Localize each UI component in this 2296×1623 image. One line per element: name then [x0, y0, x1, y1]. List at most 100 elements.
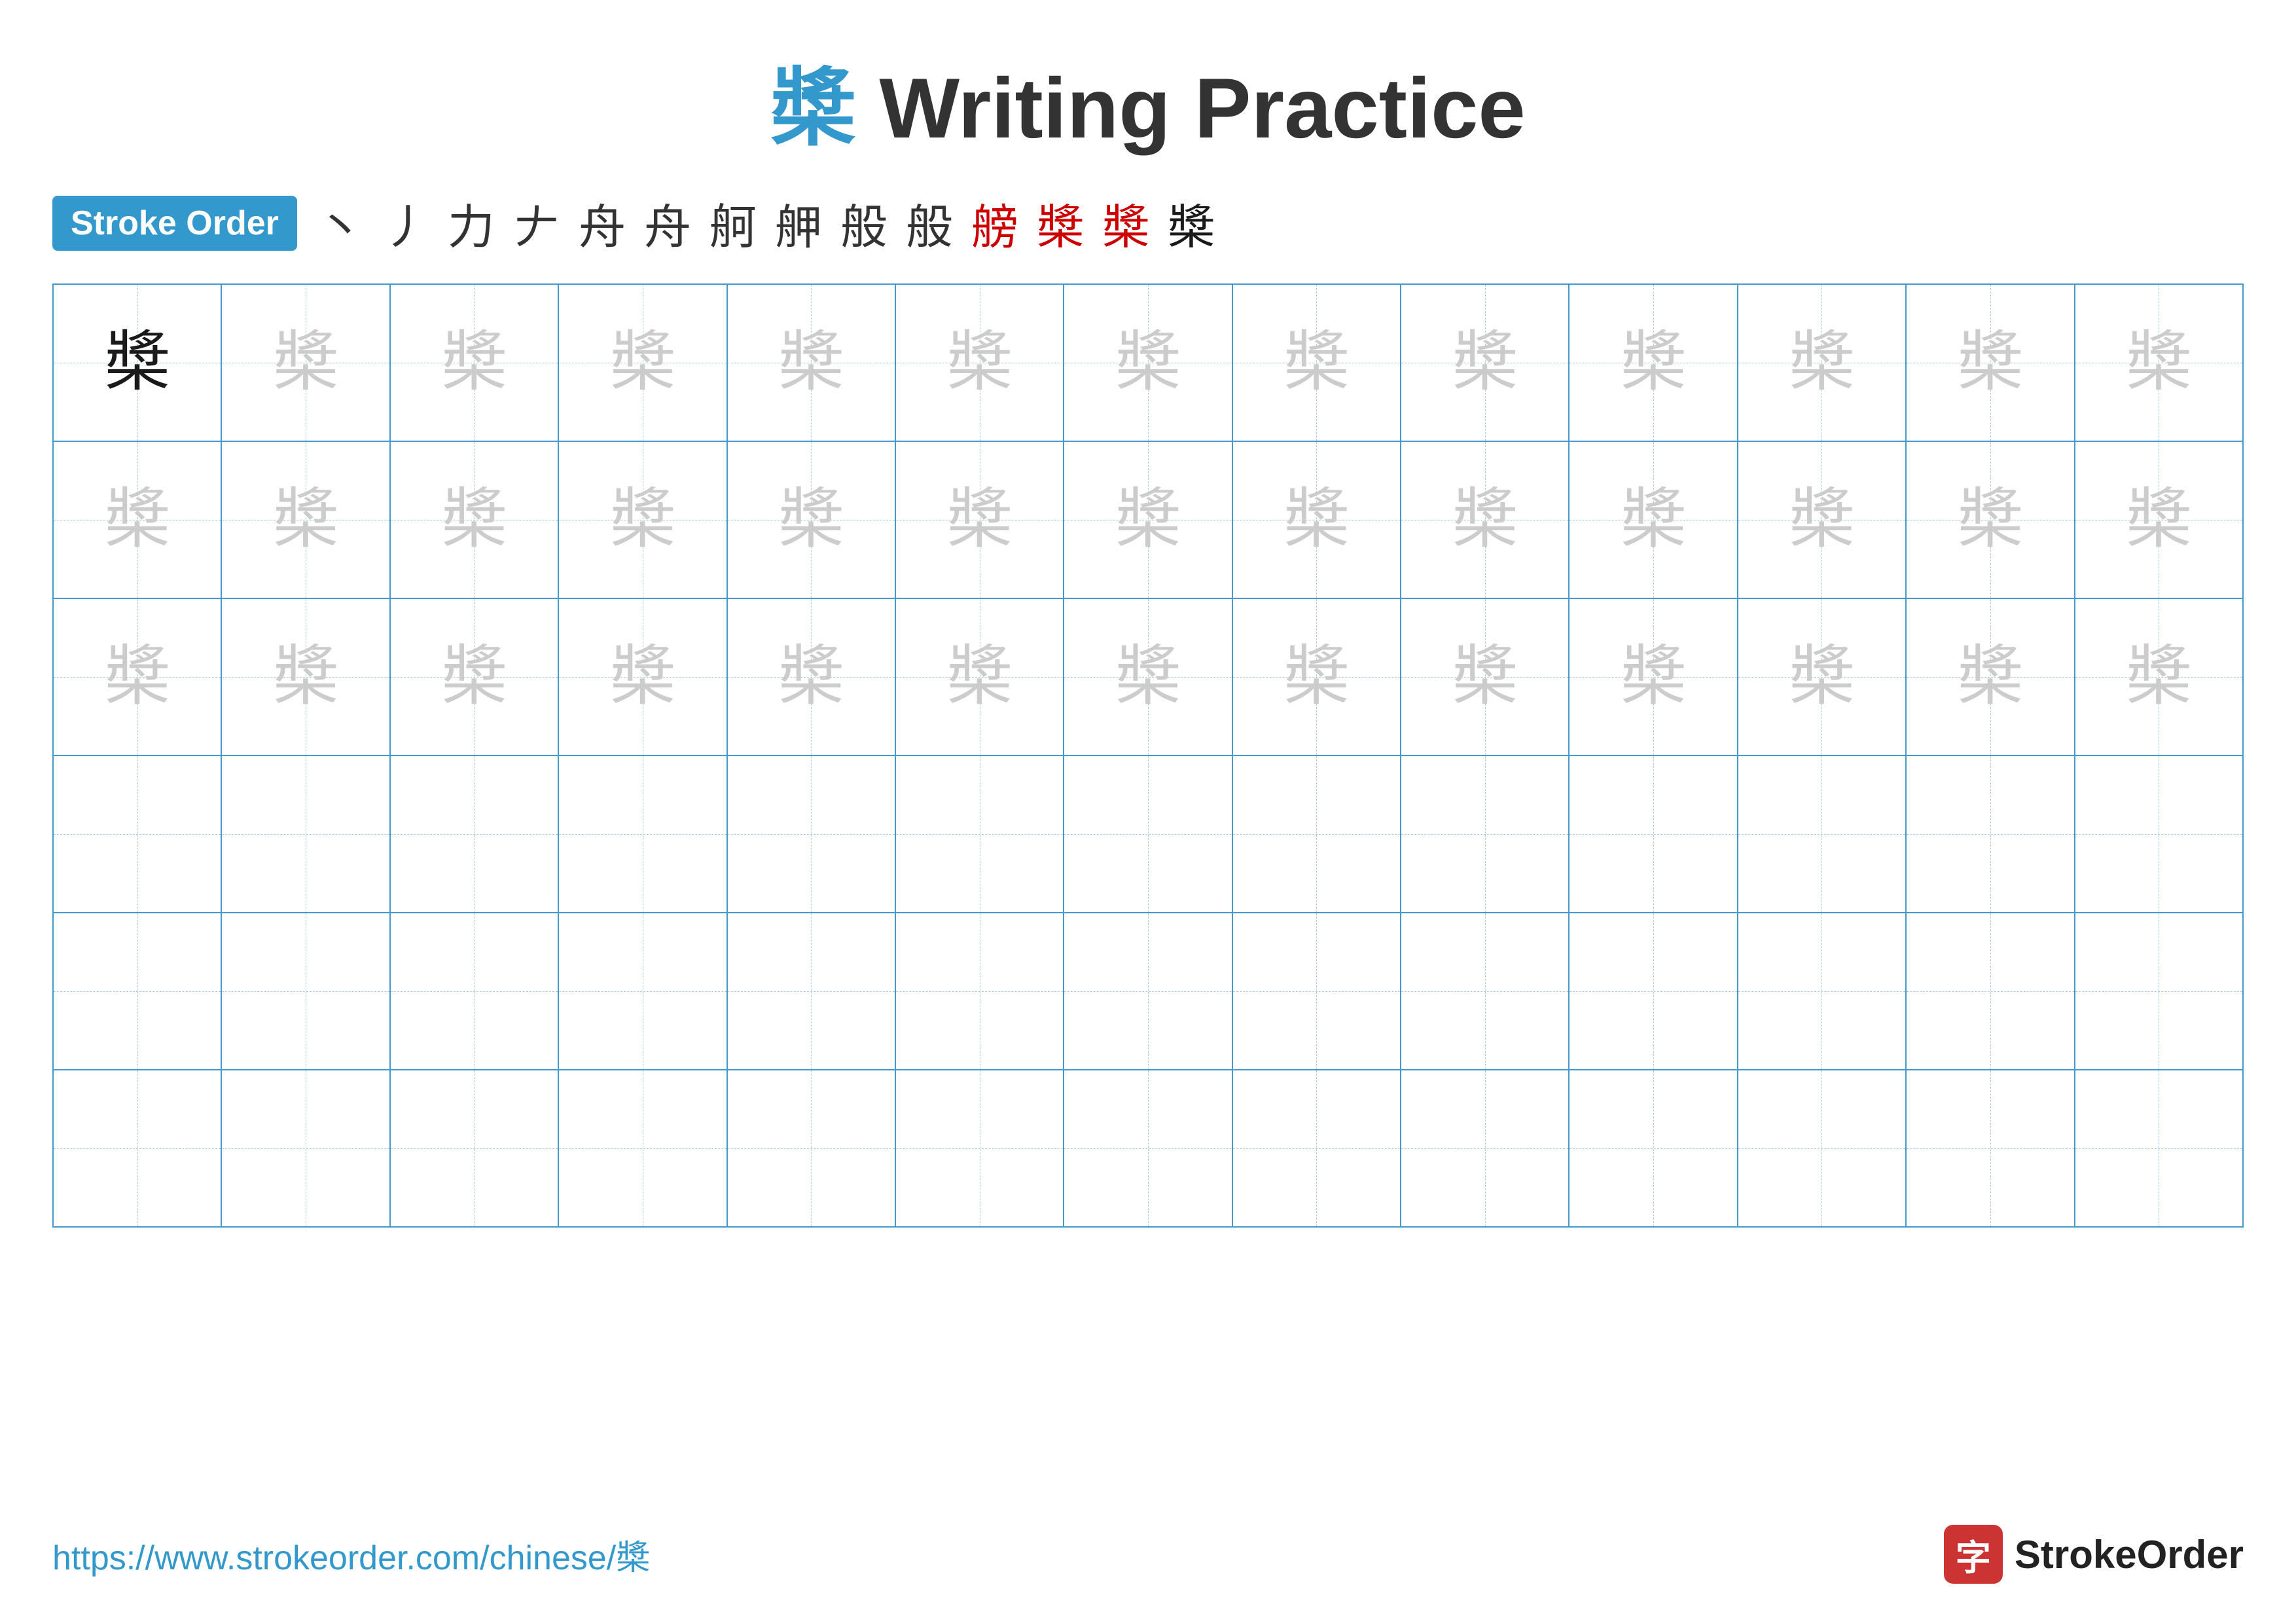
grid-cell-2-10[interactable]: 槳: [1569, 441, 1737, 598]
ghost-char: 槳: [610, 487, 675, 553]
grid-cell-6-3[interactable]: [390, 1070, 558, 1227]
grid-cell-1-5[interactable]: 槳: [727, 284, 895, 441]
grid-cell-6-1[interactable]: [53, 1070, 221, 1227]
grid-cell-2-3[interactable]: 槳: [390, 441, 558, 598]
ghost-char: 槳: [1621, 330, 1686, 395]
grid-cell-4-8[interactable]: [1232, 756, 1401, 913]
grid-cell-2-8[interactable]: 槳: [1232, 441, 1401, 598]
ghost-char: 槳: [1452, 330, 1518, 395]
grid-cell-2-4[interactable]: 槳: [558, 441, 726, 598]
ghost-char: 槳: [1283, 487, 1349, 553]
grid-cell-1-12[interactable]: 槳: [1906, 284, 2074, 441]
grid-cell-4-13[interactable]: [2075, 756, 2244, 913]
grid-row-1: 槳 槳 槳 槳 槳 槳 槳 槳 槳 槳 槳 槳 槳: [53, 284, 2243, 441]
ghost-char: 槳: [2126, 487, 2191, 553]
grid-cell-5-12[interactable]: [1906, 913, 2074, 1070]
grid-cell-1-9[interactable]: 槳: [1401, 284, 1569, 441]
grid-cell-2-9[interactable]: 槳: [1401, 441, 1569, 598]
ghost-char: 槳: [947, 644, 1013, 710]
grid-cell-2-7[interactable]: 槳: [1064, 441, 1232, 598]
stroke-char-3: 力: [448, 189, 495, 257]
ghost-char: 槳: [1789, 487, 1854, 553]
grid-cell-1-10[interactable]: 槳: [1569, 284, 1737, 441]
ghost-char: 槳: [778, 487, 844, 553]
grid-cell-1-11[interactable]: 槳: [1738, 284, 1906, 441]
grid-cell-5-8[interactable]: [1232, 913, 1401, 1070]
grid-cell-2-13[interactable]: 槳: [2075, 441, 2244, 598]
title-text: Writing Practice: [855, 60, 1525, 156]
grid-cell-2-6[interactable]: 槳: [895, 441, 1064, 598]
grid-cell-4-12[interactable]: [1906, 756, 2074, 913]
grid-cell-3-5[interactable]: 槳: [727, 598, 895, 756]
grid-cell-6-6[interactable]: [895, 1070, 1064, 1227]
stroke-char-5: 舟: [579, 189, 626, 257]
grid-cell-5-3[interactable]: [390, 913, 558, 1070]
grid-cell-6-4[interactable]: [558, 1070, 726, 1227]
grid-cell-6-5[interactable]: [727, 1070, 895, 1227]
grid-cell-5-2[interactable]: [221, 913, 389, 1070]
grid-cell-4-5[interactable]: [727, 756, 895, 913]
ghost-char: 槳: [1452, 644, 1518, 710]
ghost-char: 槳: [1115, 330, 1181, 395]
grid-cell-6-12[interactable]: [1906, 1070, 2074, 1227]
grid-cell-4-6[interactable]: [895, 756, 1064, 913]
grid-cell-3-6[interactable]: 槳: [895, 598, 1064, 756]
ghost-char: 槳: [441, 330, 507, 395]
grid-cell-4-1[interactable]: [53, 756, 221, 913]
grid-cell-3-11[interactable]: 槳: [1738, 598, 1906, 756]
grid-cell-6-7[interactable]: [1064, 1070, 1232, 1227]
grid-cell-1-8[interactable]: 槳: [1232, 284, 1401, 441]
grid-cell-5-6[interactable]: [895, 913, 1064, 1070]
grid-cell-1-6[interactable]: 槳: [895, 284, 1064, 441]
grid-cell-5-11[interactable]: [1738, 913, 1906, 1070]
grid-cell-5-13[interactable]: [2075, 913, 2244, 1070]
grid-cell-6-13[interactable]: [2075, 1070, 2244, 1227]
grid-cell-4-2[interactable]: [221, 756, 389, 913]
stroke-chars: 丶 丿 力 𠂇 舟 舟 舸 舺 般 般 艕 槳 槳 槳: [317, 189, 1215, 257]
ghost-char: 槳: [105, 487, 170, 553]
grid-cell-2-12[interactable]: 槳: [1906, 441, 2074, 598]
grid-cell-6-11[interactable]: [1738, 1070, 1906, 1227]
grid-cell-4-10[interactable]: [1569, 756, 1737, 913]
grid-cell-1-13[interactable]: 槳: [2075, 284, 2244, 441]
grid-cell-3-10[interactable]: 槳: [1569, 598, 1737, 756]
grid-cell-3-3[interactable]: 槳: [390, 598, 558, 756]
grid-cell-4-9[interactable]: [1401, 756, 1569, 913]
ghost-char: 槳: [1789, 644, 1854, 710]
grid-cell-3-13[interactable]: 槳: [2075, 598, 2244, 756]
grid-cell-4-4[interactable]: [558, 756, 726, 913]
grid-cell-1-4[interactable]: 槳: [558, 284, 726, 441]
grid-cell-6-8[interactable]: [1232, 1070, 1401, 1227]
grid-cell-1-3[interactable]: 槳: [390, 284, 558, 441]
grid-cell-6-10[interactable]: [1569, 1070, 1737, 1227]
grid-cell-1-1[interactable]: 槳: [53, 284, 221, 441]
grid-cell-1-2[interactable]: 槳: [221, 284, 389, 441]
grid-cell-2-11[interactable]: 槳: [1738, 441, 1906, 598]
grid-cell-6-9[interactable]: [1401, 1070, 1569, 1227]
grid-cell-5-9[interactable]: [1401, 913, 1569, 1070]
grid-cell-3-9[interactable]: 槳: [1401, 598, 1569, 756]
grid-cell-3-4[interactable]: 槳: [558, 598, 726, 756]
grid-cell-1-7[interactable]: 槳: [1064, 284, 1232, 441]
stroke-order-row: Stroke Order 丶 丿 力 𠂇 舟 舟 舸 舺 般 般 艕 槳 槳 槳: [0, 189, 2296, 257]
grid-cell-5-7[interactable]: [1064, 913, 1232, 1070]
grid-row-4: [53, 756, 2243, 913]
grid-cell-3-2[interactable]: 槳: [221, 598, 389, 756]
grid-cell-3-12[interactable]: 槳: [1906, 598, 2074, 756]
grid-cell-5-10[interactable]: [1569, 913, 1737, 1070]
grid-cell-5-4[interactable]: [558, 913, 726, 1070]
grid-cell-4-3[interactable]: [390, 756, 558, 913]
grid-cell-4-11[interactable]: [1738, 756, 1906, 913]
grid-cell-5-1[interactable]: [53, 913, 221, 1070]
grid-cell-4-7[interactable]: [1064, 756, 1232, 913]
footer-url[interactable]: https://www.strokeorder.com/chinese/槳: [52, 1530, 650, 1579]
grid-cell-3-1[interactable]: 槳: [53, 598, 221, 756]
grid-cell-6-2[interactable]: [221, 1070, 389, 1227]
grid-cell-2-5[interactable]: 槳: [727, 441, 895, 598]
grid-cell-3-8[interactable]: 槳: [1232, 598, 1401, 756]
grid-cell-3-7[interactable]: 槳: [1064, 598, 1232, 756]
grid-cell-2-2[interactable]: 槳: [221, 441, 389, 598]
ghost-char: 槳: [947, 487, 1013, 553]
grid-cell-2-1[interactable]: 槳: [53, 441, 221, 598]
grid-cell-5-5[interactable]: [727, 913, 895, 1070]
